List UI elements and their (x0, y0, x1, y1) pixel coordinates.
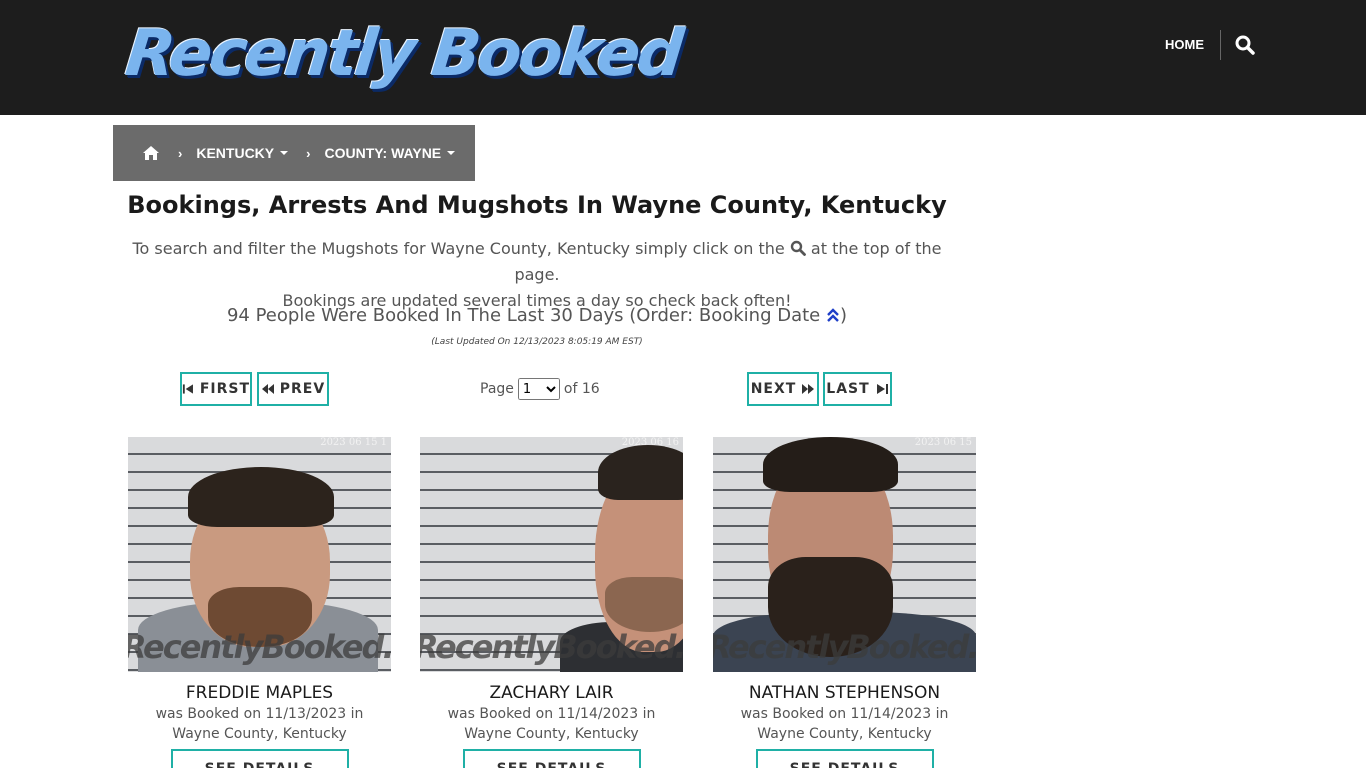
hair-shape (598, 445, 683, 500)
booking-location: Wayne County, Kentucky (172, 726, 347, 742)
photo-timestamp: 2023 06 15 1 (320, 437, 387, 448)
booking-count-text: 94 People Were Booked In The Last 30 Day… (226, 305, 821, 326)
watermark: RecentlyBooked.com (420, 628, 683, 666)
page-label: Page (480, 381, 514, 397)
booking-location: Wayne County, Kentucky (757, 726, 932, 742)
booking-date: was Booked on 11/14/2023 in (447, 706, 656, 722)
booking-count-close: ) (840, 305, 848, 326)
chevron-right-icon: › (306, 145, 311, 161)
booking-card[interactable]: 2023 06 16 RecentlyBooked.com ZACHARY LA… (420, 437, 683, 768)
page-select[interactable]: 1 (517, 378, 560, 400)
see-details-button[interactable]: SEE DETAILS (755, 749, 934, 768)
first-page-button[interactable]: FIRST (180, 372, 252, 406)
breadcrumb: › KENTUCKY › COUNTY: WAYNE (113, 125, 475, 181)
hair-shape (188, 467, 334, 527)
nav-divider (1220, 30, 1221, 60)
booking-count: 94 People Were Booked In The Last 30 Day… (113, 302, 961, 330)
search-icon[interactable] (1234, 34, 1256, 56)
booking-location: Wayne County, Kentucky (464, 726, 639, 742)
person-name[interactable]: ZACHARY LAIR (420, 682, 683, 704)
chevron-right-icon: › (178, 145, 183, 161)
watermark: RecentlyBooked.com (128, 628, 391, 666)
mugshot-photo[interactable]: 2023 06 16 RecentlyBooked.com (420, 437, 683, 672)
skip-forward-icon (876, 384, 888, 394)
last-updated: (Last Updated On 12/13/2023 8:05:19 AM E… (431, 337, 643, 347)
next-page-button[interactable]: NEXT (747, 372, 819, 406)
site-header: Recently Booked HOME (0, 0, 1366, 115)
mugshot-photo[interactable]: 2023 06 15 1 RecentlyBooked.com (128, 437, 391, 672)
last-page-button[interactable]: LAST (823, 372, 892, 406)
rewind-icon (261, 384, 274, 394)
site-logo[interactable]: Recently Booked (122, 14, 684, 94)
nav-home-link[interactable]: HOME (1165, 36, 1204, 54)
hair-shape (763, 437, 898, 492)
next-page-label: NEXT (750, 381, 797, 397)
photo-timestamp: 2023 06 15 (914, 437, 972, 448)
page-selector: Page 1 of 16 (480, 377, 600, 401)
breadcrumb-state-dropdown[interactable]: KENTUCKY (196, 145, 289, 161)
booking-card[interactable]: 2023 06 15 1 RecentlyBooked.com FREDDIE … (128, 437, 391, 768)
person-name[interactable]: NATHAN STEPHENSON (713, 682, 976, 704)
booking-date: was Booked on 11/13/2023 in (155, 706, 364, 722)
watermark: RecentlyBooked.com (713, 628, 976, 666)
booking-card[interactable]: 2023 06 15 RecentlyBooked.com NATHAN STE… (713, 437, 976, 768)
prev-page-button[interactable]: PREV (257, 372, 329, 406)
photo-timestamp: 2023 06 16 (621, 437, 679, 448)
skip-back-icon (182, 384, 193, 394)
breadcrumb-county-label: COUNTY: WAYNE (324, 145, 442, 161)
page-title: Bookings, Arrests And Mugshots In Wayne … (127, 191, 947, 219)
breadcrumb-county-dropdown[interactable]: COUNTY: WAYNE (324, 145, 456, 161)
see-details-button[interactable]: SEE DETAILS (170, 749, 349, 768)
intro-line1-start: To search and filter the Mugshots for Wa… (132, 239, 785, 258)
first-page-label: FIRST (199, 381, 250, 397)
fast-forward-icon (802, 384, 815, 394)
person-name[interactable]: FREDDIE MAPLES (128, 682, 391, 704)
mugshot-photo[interactable]: 2023 06 15 RecentlyBooked.com (713, 437, 976, 672)
booking-date: was Booked on 11/14/2023 in (740, 706, 949, 722)
caret-down-icon (280, 151, 289, 155)
search-icon (790, 238, 806, 256)
caret-down-icon (447, 151, 456, 155)
prev-page-label: PREV (279, 381, 326, 397)
last-page-label: LAST (826, 381, 870, 397)
home-icon[interactable] (142, 145, 160, 161)
breadcrumb-state-label: KENTUCKY (196, 145, 275, 161)
sort-ascending-icon[interactable] (826, 304, 840, 322)
page-total: of 16 (563, 381, 600, 397)
see-details-button[interactable]: SEE DETAILS (462, 749, 641, 768)
